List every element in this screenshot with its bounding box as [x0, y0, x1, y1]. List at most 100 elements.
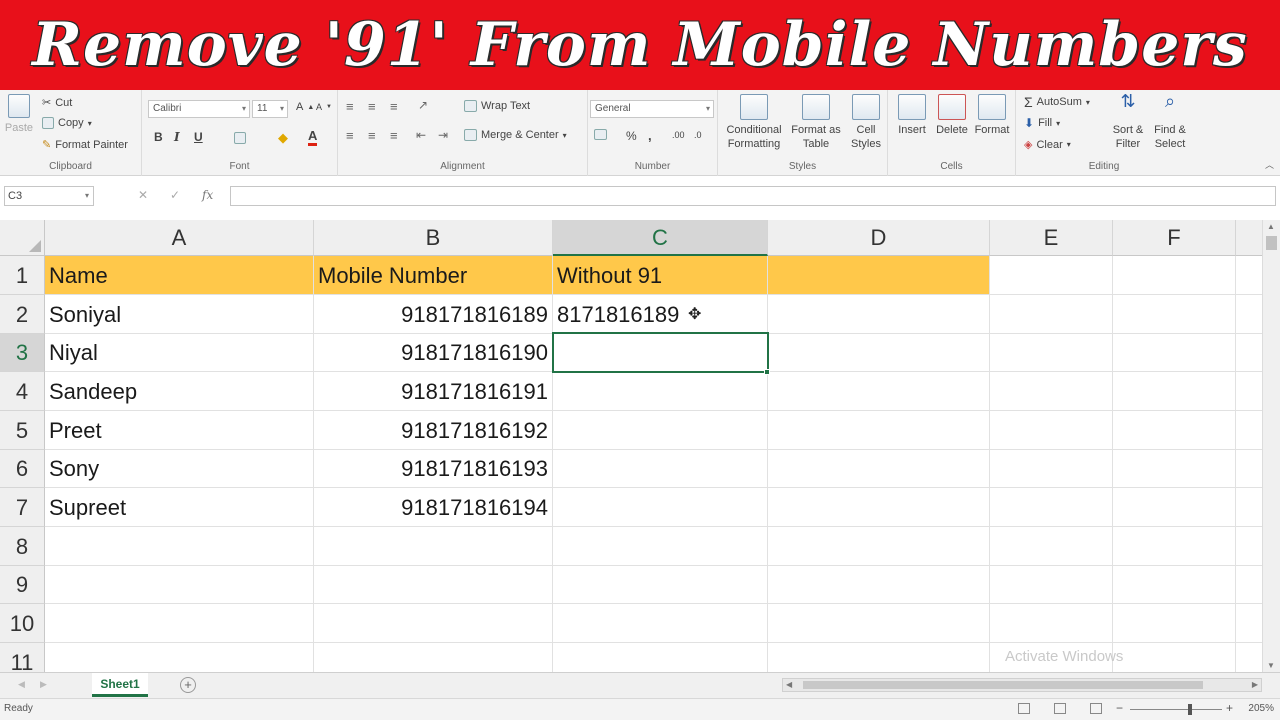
zoom-slider[interactable] — [1130, 709, 1222, 710]
empty-cell[interactable] — [990, 372, 1113, 411]
scroll-left-icon[interactable]: ◀ — [786, 680, 792, 689]
top-align-button[interactable]: ≡ — [346, 99, 354, 114]
cell-d1[interactable] — [768, 256, 990, 295]
wrap-text-button[interactable]: Wrap Text — [464, 100, 530, 112]
empty-cell[interactable] — [768, 527, 990, 566]
column-header-d[interactable]: D — [768, 220, 990, 256]
empty-cell[interactable] — [1113, 488, 1236, 527]
insert-function-button[interactable]: fx — [202, 188, 213, 202]
insert-button[interactable]: Insert — [894, 94, 930, 137]
empty-cell[interactable] — [314, 643, 553, 672]
delete-button[interactable]: Delete — [934, 94, 970, 137]
empty-cell[interactable] — [45, 604, 314, 643]
empty-cell[interactable] — [45, 643, 314, 672]
empty-cell[interactable] — [1236, 334, 1262, 372]
cell-a7[interactable]: Supreet — [45, 488, 314, 527]
row-header-1[interactable]: 1 — [0, 256, 45, 295]
name-box[interactable]: C3 ▾ — [4, 186, 94, 206]
fill-color-button[interactable]: ◆ — [278, 130, 288, 146]
cell-a6[interactable]: Sony — [45, 450, 314, 488]
collapse-ribbon-icon[interactable]: ︿ — [1265, 158, 1274, 171]
empty-cell[interactable] — [1113, 372, 1236, 411]
bottom-align-button[interactable]: ≡ — [390, 99, 398, 114]
empty-cell[interactable] — [768, 334, 990, 372]
empty-cell[interactable] — [990, 411, 1113, 450]
vertical-scroll-thumb[interactable] — [1266, 236, 1277, 250]
row-header-2[interactable]: 2 — [0, 295, 45, 334]
empty-cell[interactable] — [768, 411, 990, 450]
cell-c5[interactable] — [553, 411, 768, 450]
scroll-up-icon[interactable]: ▲ — [1267, 222, 1275, 231]
formula-input[interactable] — [230, 186, 1276, 206]
format-painter-button[interactable]: ✎ Format Painter — [42, 138, 128, 152]
empty-cell[interactable] — [1113, 450, 1236, 488]
conditional-formatting-button[interactable]: Conditional Formatting — [722, 94, 786, 151]
empty-cell[interactable] — [990, 527, 1113, 566]
empty-cell[interactable] — [990, 450, 1113, 488]
empty-cell[interactable] — [45, 527, 314, 566]
font-size-select[interactable]: 11 ▾ — [252, 100, 288, 118]
cell-a3[interactable]: Niyal — [45, 334, 314, 372]
autosum-button[interactable]: Σ AutoSum ▾ — [1024, 94, 1090, 110]
cell-b4[interactable]: 918171816191 — [314, 372, 553, 411]
column-header-e[interactable]: E — [990, 220, 1113, 256]
empty-cell[interactable] — [768, 566, 990, 604]
decrease-decimal-button[interactable]: .0 — [694, 130, 702, 140]
orientation-button[interactable]: ↗ — [418, 98, 428, 112]
page-layout-view-icon[interactable] — [1054, 703, 1066, 714]
format-button[interactable]: Format — [974, 94, 1010, 137]
cell-b5[interactable]: 918171816192 — [314, 411, 553, 450]
empty-cell[interactable] — [1236, 643, 1262, 672]
sheet-tab-sheet1[interactable]: Sheet1 — [92, 673, 148, 697]
normal-view-icon[interactable] — [1018, 703, 1030, 714]
empty-cell[interactable] — [990, 604, 1113, 643]
cell-b6[interactable]: 918171816193 — [314, 450, 553, 488]
empty-cell[interactable] — [768, 372, 990, 411]
empty-cell[interactable] — [990, 256, 1113, 295]
row-header-6[interactable]: 6 — [0, 450, 45, 488]
row-header-4[interactable]: 4 — [0, 372, 45, 411]
empty-cell[interactable] — [1236, 488, 1262, 527]
column-header-f[interactable]: F — [1113, 220, 1236, 256]
underline-button[interactable]: U — [194, 130, 203, 144]
empty-cell[interactable] — [990, 334, 1113, 372]
empty-cell[interactable] — [1236, 256, 1262, 295]
empty-cell[interactable] — [1236, 566, 1262, 604]
cell-c2[interactable]: 8171816189 — [553, 295, 768, 334]
row-header-11[interactable]: 11 — [0, 643, 45, 672]
cell-b3[interactable]: 918171816190 — [314, 334, 553, 372]
empty-cell[interactable] — [553, 604, 768, 643]
font-color-button[interactable]: A — [308, 128, 318, 146]
empty-cell[interactable] — [314, 566, 553, 604]
decrease-indent-button[interactable]: ⇤ — [416, 128, 426, 142]
empty-cell[interactable] — [768, 450, 990, 488]
comma-button[interactable]: , — [648, 128, 652, 143]
empty-cell[interactable] — [1113, 643, 1236, 672]
empty-cell[interactable] — [1236, 604, 1262, 643]
column-header-a[interactable]: A — [45, 220, 314, 256]
empty-cell[interactable] — [1236, 295, 1262, 334]
row-header-3[interactable]: 3 — [0, 334, 45, 372]
horizontal-scrollbar[interactable]: ◀ ▶ — [782, 678, 1262, 692]
row-header-10[interactable]: 10 — [0, 604, 45, 643]
empty-cell[interactable] — [768, 604, 990, 643]
select-all-corner[interactable] — [0, 220, 45, 256]
number-format-select[interactable]: General ▾ — [590, 100, 714, 118]
italic-button[interactable]: I — [174, 130, 180, 144]
sort-filter-button[interactable]: ⇅ Sort & Filter — [1108, 92, 1148, 151]
format-as-table-button[interactable]: Format as Table — [788, 94, 844, 151]
empty-cell[interactable] — [990, 488, 1113, 527]
align-left-button[interactable]: ≡ — [346, 128, 354, 143]
fill-button[interactable]: ⬇ Fill ▾ — [1024, 116, 1060, 130]
cell-styles-button[interactable]: Cell Styles — [846, 94, 886, 151]
empty-cell[interactable] — [1236, 527, 1262, 566]
empty-cell[interactable] — [553, 643, 768, 672]
percent-button[interactable]: % — [626, 129, 637, 143]
empty-cell[interactable] — [1113, 411, 1236, 450]
scroll-right-icon[interactable]: ▶ — [1252, 680, 1258, 689]
cell-a5[interactable]: Preet — [45, 411, 314, 450]
align-center-button[interactable]: ≡ — [368, 128, 376, 143]
merge-center-button[interactable]: Merge & Center ▾ — [464, 129, 567, 141]
row-header-9[interactable]: 9 — [0, 566, 45, 604]
row-header-7[interactable]: 7 — [0, 488, 45, 527]
